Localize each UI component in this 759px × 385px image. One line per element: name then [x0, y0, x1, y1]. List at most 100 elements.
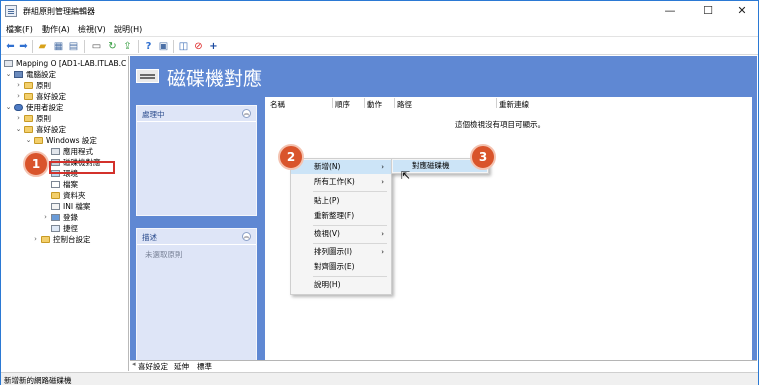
- export-icon[interactable]: ⇪: [122, 41, 133, 52]
- submenu-arrow-icon: ›: [381, 178, 384, 186]
- action-icon[interactable]: ▣: [158, 41, 169, 52]
- user-icon: [14, 104, 23, 111]
- callout-badge-3: 3: [470, 144, 496, 170]
- toolbar-separator: [138, 40, 139, 53]
- tab-standard[interactable]: 標準: [197, 361, 212, 372]
- folder-icon: [51, 192, 60, 199]
- selected-item-highlight: [49, 161, 115, 174]
- toolbar-separator: [173, 40, 174, 53]
- collapse-icon[interactable]: ︽: [242, 109, 251, 118]
- close-button[interactable]: ✕: [725, 1, 759, 21]
- pane-title: 磁碟機對應: [167, 68, 263, 90]
- status-text: 新增新的網路磁碟機: [4, 376, 72, 385]
- application-icon: [51, 148, 60, 155]
- registry-icon: [51, 214, 60, 221]
- context-menu-item-line-up-icons[interactable]: 對齊圖示(E): [291, 260, 391, 274]
- description-text: 未選取原則: [145, 250, 183, 259]
- submenu-arrow-icon: ›: [381, 248, 384, 256]
- maximize-button[interactable]: ☐: [691, 1, 725, 21]
- context-menu: 新增(N) › 所有工作(K) › 貼上(P) 重新整理(F) 檢視(V) › …: [290, 158, 392, 295]
- menu-separator: [313, 276, 387, 277]
- collapse-arrow-icon[interactable]: ⌄: [5, 102, 12, 113]
- column-action[interactable]: 動作: [367, 99, 382, 110]
- tab-extended[interactable]: 延伸: [174, 361, 189, 372]
- new-icon[interactable]: ◫: [178, 41, 189, 52]
- tab-scroll-left-icon[interactable]: ◂: [132, 360, 136, 368]
- description-panel-title: 描述: [142, 233, 157, 242]
- help-icon[interactable]: ?: [143, 41, 154, 52]
- computer-icon: [14, 71, 23, 78]
- folder-icon: [34, 137, 43, 144]
- menu-separator: [313, 225, 387, 226]
- menu-action[interactable]: 動作(A): [42, 24, 70, 35]
- submenu-arrow-icon: ›: [381, 230, 384, 238]
- expand-arrow-icon[interactable]: ›: [32, 234, 39, 245]
- app-window: 群組原則管理編輯器 — ☐ ✕ 檔案(F) 動作(A) 檢視(V) 說明(H) …: [0, 0, 759, 385]
- show-tree-icon[interactable]: ▦: [53, 41, 64, 52]
- extension-tabs: ◂ 喜好設定 延伸 標準: [130, 360, 757, 371]
- expand-arrow-icon[interactable]: ›: [15, 113, 22, 124]
- processing-panel: 處理中 ︽: [136, 105, 257, 216]
- shortcut-icon: [51, 225, 60, 232]
- folder-icon: [24, 82, 33, 89]
- forward-icon[interactable]: ➡: [18, 41, 29, 52]
- delete-icon[interactable]: ⊘: [193, 41, 204, 52]
- column-divider[interactable]: [394, 98, 395, 108]
- context-menu-item-help[interactable]: 說明(H): [291, 278, 391, 292]
- expand-arrow-icon[interactable]: ›: [15, 80, 22, 91]
- folder-icon: [24, 115, 33, 122]
- export-list-icon[interactable]: ▤: [68, 41, 79, 52]
- column-name[interactable]: 名稱: [270, 99, 285, 110]
- navigation-tree: Mapping O [AD1-LAB.ITLAB.C ⌄ 電腦設定 › 原則 ›…: [2, 56, 129, 371]
- callout-badge-1: 1: [23, 151, 49, 177]
- toolbar: ⬅ ➡ ▰ ▦ ▤ ▭ ↻ ⇪ ? ▣ ◫ ⊘ +: [1, 36, 758, 55]
- menu-file[interactable]: 檔案(F): [6, 24, 33, 35]
- folder-icon: [24, 93, 33, 100]
- collapse-arrow-icon[interactable]: ⌄: [15, 124, 22, 135]
- menu-separator: [313, 191, 387, 192]
- column-path[interactable]: 路徑: [397, 99, 412, 110]
- gpo-icon: [4, 60, 13, 67]
- column-order[interactable]: 順序: [335, 99, 350, 110]
- collapse-icon[interactable]: ︽: [242, 232, 251, 241]
- control-panel-icon: [41, 236, 50, 243]
- context-menu-item-new[interactable]: 新增(N) ›: [291, 160, 391, 174]
- expand-arrow-icon[interactable]: ›: [15, 91, 22, 102]
- column-divider[interactable]: [496, 98, 497, 108]
- context-menu-item-all-tasks[interactable]: 所有工作(K) ›: [291, 175, 391, 189]
- file-icon: [51, 181, 60, 188]
- context-menu-item-arrange-icons[interactable]: 排列圖示(I) ›: [291, 245, 391, 259]
- collapse-arrow-icon[interactable]: ⌄: [25, 135, 32, 146]
- expand-arrow-icon[interactable]: ›: [42, 212, 49, 223]
- minimize-button[interactable]: —: [653, 1, 687, 21]
- menu-view[interactable]: 檢視(V): [78, 24, 106, 35]
- menu-separator: [313, 243, 387, 244]
- submenu-arrow-icon: ›: [381, 163, 384, 171]
- collapse-arrow-icon[interactable]: ⌄: [5, 69, 12, 80]
- mouse-cursor-icon: ⇱: [401, 169, 411, 182]
- toolbar-separator: [84, 40, 85, 53]
- title-bar: 群組原則管理編輯器 — ☐ ✕: [1, 1, 758, 21]
- tab-preferences[interactable]: 喜好設定: [138, 361, 168, 372]
- column-reconnect[interactable]: 重新連線: [499, 99, 529, 110]
- properties-icon[interactable]: ▭: [91, 41, 102, 52]
- column-divider[interactable]: [364, 98, 365, 108]
- column-divider[interactable]: [332, 98, 333, 108]
- toolbar-separator: [32, 40, 33, 53]
- context-menu-item-view[interactable]: 檢視(V) ›: [291, 227, 391, 241]
- window-title: 群組原則管理編輯器: [23, 7, 95, 16]
- add-icon[interactable]: +: [208, 41, 219, 52]
- menu-help[interactable]: 說明(H): [114, 24, 142, 35]
- back-icon[interactable]: ⬅: [5, 41, 16, 52]
- details-pane: 磁碟機對應 處理中 ︽ 描述 ︽ 未選取原則 名稱 順序 動作 路徑 重新連線 …: [130, 56, 757, 371]
- up-folder-icon[interactable]: ▰: [37, 41, 48, 52]
- context-menu-item-paste[interactable]: 貼上(P): [291, 194, 391, 208]
- folder-icon: [24, 126, 33, 133]
- ini-file-icon: [51, 203, 60, 210]
- refresh-icon[interactable]: ↻: [107, 41, 118, 52]
- context-menu-item-refresh[interactable]: 重新整理(F): [291, 209, 391, 223]
- processing-panel-header: 處理中 ︽: [137, 106, 256, 122]
- drive-map-header-icon: [136, 69, 159, 83]
- processing-panel-title: 處理中: [142, 110, 165, 119]
- status-bar: 新增新的網路磁碟機: [1, 372, 758, 385]
